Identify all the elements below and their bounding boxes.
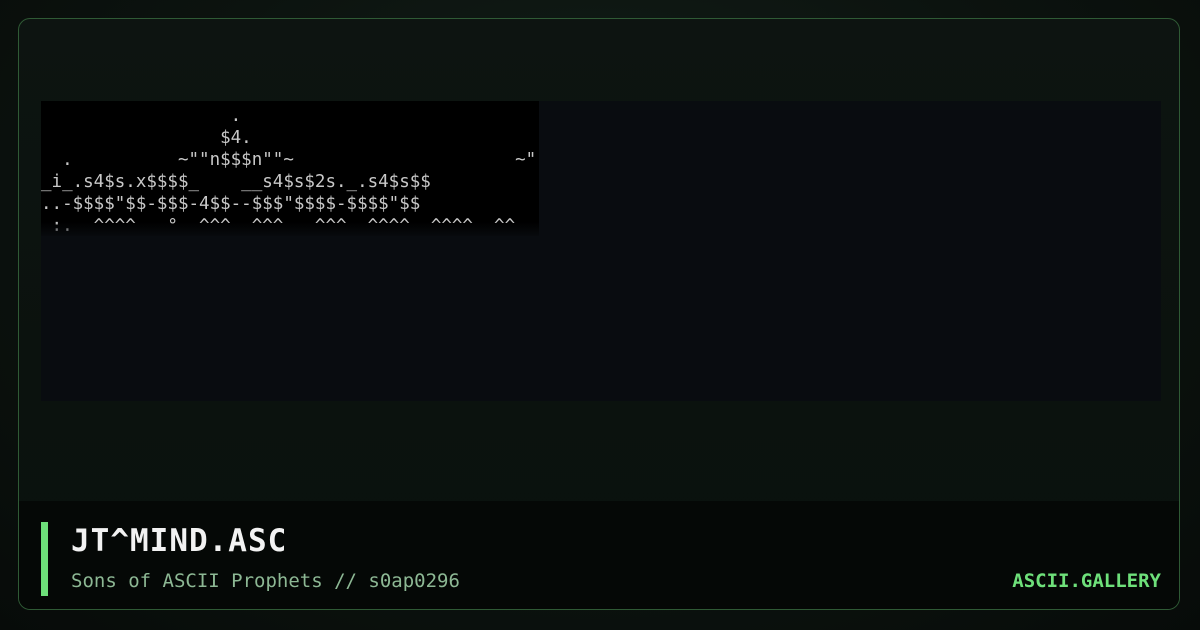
ascii-art-text: . . $4. $4 . ~""n$$$n""~ ~""n$$ _i_.s4$s… <box>41 101 539 236</box>
site-brand: ASCII.GALLERY <box>1012 570 1161 592</box>
ascii-art-line: . . <box>41 106 539 126</box>
artwork-subtitle: Sons of ASCII Prophets // s0ap0296 <box>71 570 460 592</box>
ascii-art-line: _i_.s4$s.x$$$$_ __s4$s$2s._.s4$s$$ <box>41 172 431 192</box>
ascii-art-line: ..-$$$$"$$-$$$-4$$--$$$"$$$$-$$$$"$$ <box>41 194 421 214</box>
ascii-art-panel: . . $4. $4 . ~""n$$$n""~ ~""n$$ _i_.s4$s… <box>41 101 1161 401</box>
ascii-art-line: $4. $4 <box>41 128 539 148</box>
footer-bar: JT^MIND.ASC Sons of ASCII Prophets // s0… <box>19 501 1179 609</box>
accent-bar <box>41 522 48 596</box>
ascii-art-preview: . . $4. $4 . ~""n$$$n""~ ~""n$$ _i_.s4$s… <box>41 101 539 236</box>
card-frame: . . $4. $4 . ~""n$$$n""~ ~""n$$ _i_.s4$s… <box>18 18 1180 610</box>
artwork-title: JT^MIND.ASC <box>71 523 288 559</box>
ascii-art-line: . ~""n$$$n""~ ~""n$$ <box>41 150 539 170</box>
art-fade-overlay <box>41 222 539 236</box>
